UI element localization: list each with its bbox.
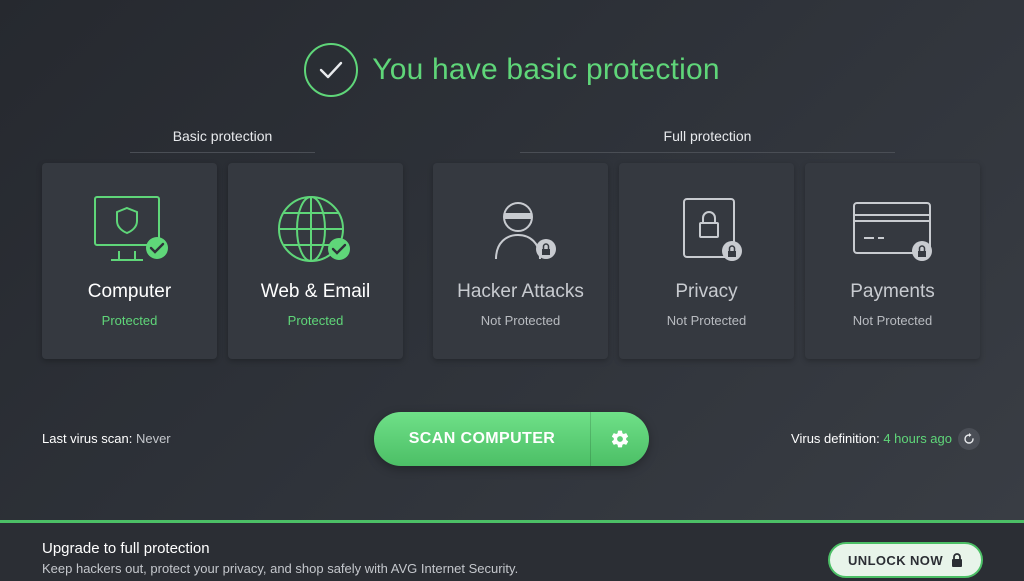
hacker-icon — [494, 202, 556, 260]
card-privacy[interactable]: Privacy Not Protected — [619, 163, 794, 359]
card-status: Not Protected — [852, 313, 933, 328]
card-title: Hacker Attacks — [457, 281, 584, 302]
card-status: Not Protected — [480, 313, 561, 328]
card-title: Web & Email — [260, 281, 371, 302]
basic-protection-divider — [130, 152, 315, 153]
last-scan-value: Never — [135, 431, 171, 446]
refresh-icon — [964, 433, 974, 444]
last-scan-label: Last virus scan: — [42, 431, 133, 446]
card-title: Privacy — [675, 281, 738, 302]
privacy-lock-icon — [682, 198, 742, 261]
last-virus-scan: Last virus scan: Never — [42, 431, 171, 446]
card-title: Computer — [87, 281, 172, 302]
checkmark-circle-icon — [304, 43, 359, 97]
card-hacker-attacks[interactable]: Hacker Attacks Not Protected — [433, 163, 608, 359]
scan-settings-button[interactable] — [591, 412, 649, 466]
unlock-now-button[interactable]: UNLOCK NOW — [828, 542, 983, 578]
gear-icon — [611, 430, 629, 448]
upgrade-title: Upgrade to full protection — [42, 540, 210, 557]
card-status: Not Protected — [666, 313, 747, 328]
full-protection-label: Full protection — [663, 128, 752, 144]
virus-definition-label: Virus definition: — [791, 431, 880, 446]
virus-definition-value[interactable]: 4 hours ago — [883, 431, 952, 446]
unlock-now-label: UNLOCK NOW — [848, 552, 943, 568]
globe-icon — [277, 196, 350, 262]
protection-status-title: You have basic protection — [372, 53, 720, 86]
status-header: You have basic protection — [0, 38, 1024, 102]
card-status: Protected — [101, 313, 158, 328]
lock-icon — [952, 553, 962, 567]
virus-definition: Virus definition: 4 hours ago — [791, 431, 952, 446]
refresh-definitions-button[interactable] — [958, 428, 980, 450]
upgrade-banner: Upgrade to full protection Keep hackers … — [0, 523, 1024, 581]
card-web-email[interactable]: Web & Email Protected — [228, 163, 403, 359]
monitor-shield-icon — [93, 196, 168, 261]
card-payments[interactable]: Payments Not Protected — [805, 163, 980, 359]
card-computer[interactable]: Computer Protected — [42, 163, 217, 359]
card-title: Payments — [850, 281, 935, 302]
scan-computer-button-group: SCAN COMPUTER — [374, 412, 649, 466]
basic-protection-label: Basic protection — [172, 128, 273, 144]
card-status: Protected — [287, 313, 344, 328]
scan-computer-button[interactable]: SCAN COMPUTER — [374, 430, 590, 448]
full-protection-divider — [520, 152, 895, 153]
credit-card-icon — [852, 202, 932, 261]
upgrade-description: Keep hackers out, protect your privacy, … — [42, 561, 519, 576]
